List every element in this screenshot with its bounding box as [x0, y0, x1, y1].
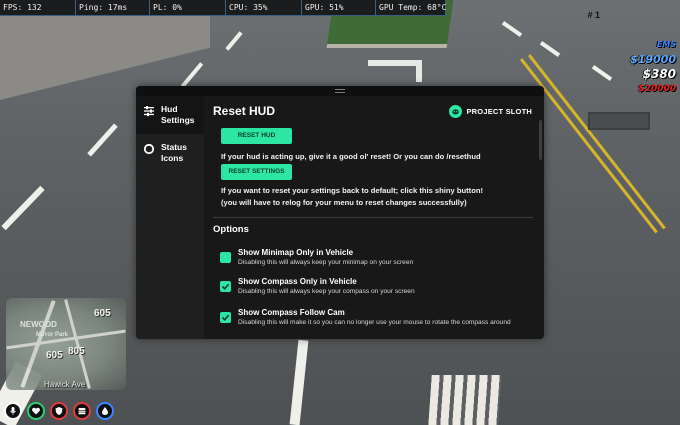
minimap: NEWOOD Mirror Park 605 805 605 [6, 298, 126, 390]
option-description: Disabling this will always keep your min… [238, 259, 414, 266]
reset-settings-note: (you will have to relog for your menu to… [221, 198, 467, 207]
option-description: Disabling this will make it so you can n… [238, 319, 511, 326]
player-id: # 1 [587, 10, 600, 20]
mic-icon [4, 402, 22, 420]
hud-settings-panel: Hud Settings Status Icons Reset HUD PROJ… [136, 86, 544, 339]
brand-name: PROJECT SLOTH [466, 107, 532, 116]
gpu-temp-readout: GPU Temp: 68°C [376, 0, 446, 16]
option-title: Show Minimap Only in Vehicle [238, 248, 354, 257]
option-title: Show Compass Only in Vehicle [238, 277, 357, 286]
lane-line [539, 41, 561, 57]
compass-vehicle-checkbox[interactable] [220, 281, 231, 292]
options-heading: Options [213, 224, 249, 235]
sidebar-item-label: Status Icons [161, 142, 187, 163]
minimap-road [64, 299, 91, 389]
sidebar-item-label: Hud Settings [161, 104, 195, 125]
route-shield: 605 [94, 308, 111, 319]
panel-drag-bar[interactable] [136, 86, 544, 96]
bank-balance: $19000 [630, 53, 676, 66]
settings-content: Reset HUD PROJECT SLOTH RESET HUD If you… [213, 96, 536, 339]
crosswalk [428, 375, 502, 425]
lane-line [225, 31, 243, 51]
lane-line [87, 123, 118, 157]
health-icon [27, 402, 45, 420]
ping-readout: Ping: 17ms [76, 0, 150, 16]
drag-handle-icon[interactable] [335, 89, 345, 93]
route-shield: 605 [46, 350, 63, 361]
armor-icon [50, 402, 68, 420]
lane-line [180, 62, 204, 88]
packet-loss-readout: PL: 0% [150, 0, 226, 16]
lane-line [289, 339, 309, 425]
minimap-vehicle-checkbox[interactable] [220, 252, 231, 263]
lane-line [501, 21, 523, 37]
turn-arrow-marking [368, 60, 422, 82]
cash-balance: $380 [642, 67, 676, 81]
gpu-readout: GPU: 51% [302, 0, 376, 16]
reset-settings-button[interactable]: RESET SETTINGS [221, 164, 292, 180]
reset-hud-description: If your hud is acting up, give it a good… [221, 152, 481, 161]
sidebar-item-hud-settings[interactable]: Hud Settings [136, 96, 204, 134]
street-name: Hawick Ave [44, 380, 86, 389]
storm-drain [588, 112, 650, 130]
money-hud: EMS $19000 $380 $20000 [630, 38, 676, 96]
section-title: Reset HUD [213, 104, 276, 118]
sidebar-item-status-icons[interactable]: Status Icons [136, 134, 204, 172]
performance-bar: FPS: 132 Ping: 17ms PL: 0% CPU: 35% GPU:… [0, 0, 446, 16]
circle-icon [143, 143, 155, 155]
sliders-icon [144, 106, 154, 117]
thirst-icon [96, 402, 114, 420]
route-shield: 805 [68, 346, 85, 357]
divider [213, 217, 533, 218]
minimap-label: Mirror Park [36, 332, 69, 338]
checkmark-icon [221, 283, 230, 290]
sloth-logo-icon [449, 105, 463, 118]
brand-logo: PROJECT SLOTH [449, 105, 532, 118]
compass-follow-cam-checkbox[interactable] [220, 312, 231, 323]
settings-sidebar: Hud Settings Status Icons [136, 96, 204, 339]
lane-line [591, 65, 613, 81]
reset-hud-button[interactable]: RESET HUD [221, 128, 292, 144]
minimap-label: NEWOOD [20, 320, 57, 329]
hunger-icon [73, 402, 91, 420]
lane-line [1, 185, 45, 231]
reset-settings-description: If you want to reset your settings back … [221, 186, 484, 195]
content-scrollbar[interactable] [539, 120, 542, 160]
job-label: EMS [656, 40, 676, 49]
dirty-money-balance: $20000 [638, 84, 676, 94]
option-description: Disabling this will always keep your com… [238, 288, 415, 295]
option-title: Show Compass Follow Cam [238, 308, 345, 317]
checkmark-icon [221, 314, 230, 321]
fps-readout: FPS: 132 [0, 0, 76, 16]
status-bar [4, 402, 114, 420]
cpu-readout: CPU: 35% [226, 0, 302, 16]
